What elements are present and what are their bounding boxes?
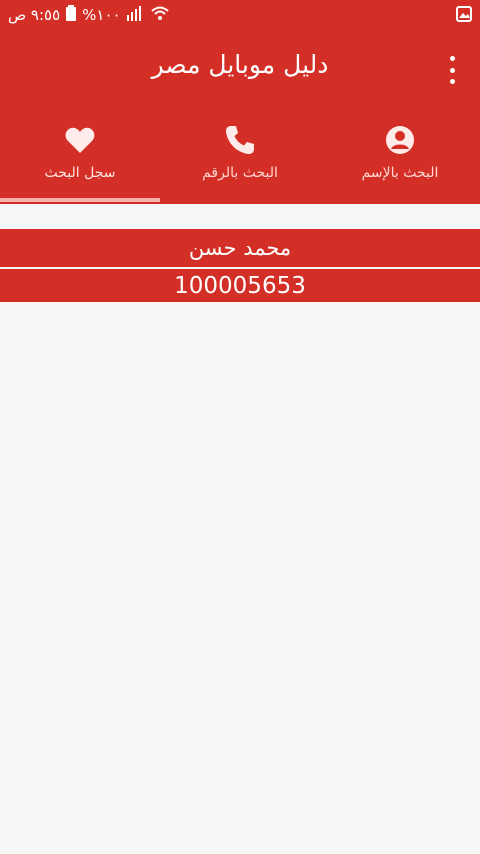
tab-search-by-name[interactable]: البحث بالإسم xyxy=(320,114,480,204)
wifi-icon xyxy=(150,5,169,25)
status-left: ٩:٥٥ ص %١٠٠ xyxy=(8,5,169,25)
signal-icon xyxy=(126,5,145,25)
tab-bar: سجل البحث البحث بالرقم البحث بالإسم xyxy=(0,114,480,204)
phone-icon xyxy=(224,124,256,156)
battery-icon xyxy=(66,5,77,25)
overflow-menu-icon[interactable] xyxy=(444,56,460,84)
status-time: ٩:٥٥ ص xyxy=(8,6,61,24)
gallery-icon xyxy=(456,6,472,22)
tab-indicator xyxy=(0,198,160,202)
tab-search-history[interactable]: سجل البحث xyxy=(0,114,160,204)
tab-label: البحث بالرقم xyxy=(202,165,278,181)
heart-icon xyxy=(64,124,96,156)
battery-level: %١٠٠ xyxy=(82,6,121,24)
result-name[interactable]: محمد حسن xyxy=(0,229,480,267)
person-icon xyxy=(384,124,416,156)
tab-search-by-number[interactable]: البحث بالرقم xyxy=(160,114,320,204)
result-number[interactable]: 100005653 xyxy=(0,269,480,302)
tab-label: سجل البحث xyxy=(44,165,116,181)
status-bar: ٩:٥٥ ص %١٠٠ xyxy=(0,0,480,30)
app-title: دليل موبايل مصر xyxy=(151,50,329,79)
tab-label: البحث بالإسم xyxy=(361,165,439,181)
app-bar: دليل موبايل مصر xyxy=(0,30,480,114)
